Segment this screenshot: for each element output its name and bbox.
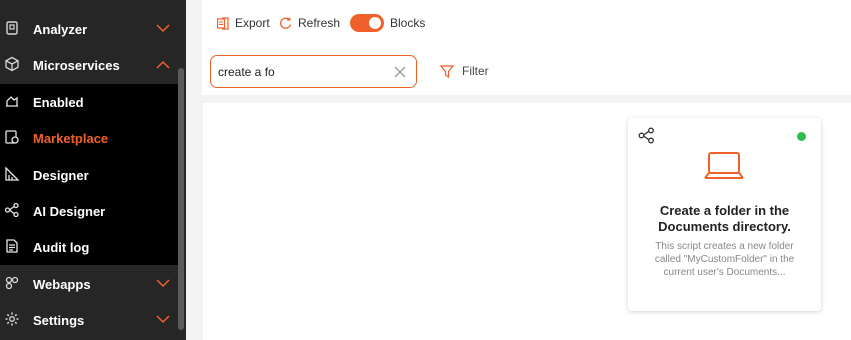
chevron-down-icon[interactable] — [156, 279, 170, 288]
designer-icon — [5, 166, 20, 181]
webapps-icon — [5, 276, 19, 290]
sidebar-item-analyzer[interactable]: Analyzer — [0, 11, 180, 47]
result-card[interactable]: Create a folder in the Documents directo… — [628, 118, 821, 311]
chevron-down-icon[interactable] — [156, 315, 170, 324]
gear-icon — [5, 312, 19, 326]
export-button[interactable]: Export — [217, 15, 270, 31]
search-box — [210, 55, 417, 88]
toggle-knob — [369, 17, 381, 29]
card-title: Create a folder in the Documents directo… — [658, 203, 791, 234]
blocks-label: Blocks — [390, 16, 426, 30]
refresh-button[interactable]: Refresh — [279, 15, 340, 31]
laptop-icon — [704, 152, 744, 179]
enabled-icon — [6, 96, 18, 107]
sidebar-item-designer[interactable]: Designer — [0, 157, 180, 193]
sidebar-item-label: Marketplace — [33, 131, 109, 146]
sidebar-item-label: Designer — [33, 168, 89, 183]
filter-label: Filter — [462, 64, 489, 78]
sidebar-item-settings[interactable]: Settings — [0, 302, 180, 338]
search-input[interactable] — [218, 62, 383, 82]
ai-designer-icon — [4, 202, 19, 218]
analyzer-icon — [6, 21, 18, 35]
filter-button[interactable]: Filter — [440, 64, 489, 78]
sidebar-item-label: Enabled — [33, 95, 84, 110]
sidebar-item-ai-designer[interactable]: AI Designer — [0, 193, 180, 229]
status-indicator — [797, 132, 806, 141]
refresh-label: Refresh — [298, 16, 341, 30]
sidebar-scrollbar[interactable] — [178, 68, 184, 330]
filter-icon — [440, 64, 454, 78]
workflow-icon — [638, 127, 654, 144]
sidebar-item-label: AI Designer — [33, 204, 106, 219]
cube-icon — [5, 56, 19, 72]
chevron-down-icon[interactable] — [156, 24, 170, 33]
microservices-submenu: Enabled Marketplace Designer AI Designer… — [0, 84, 180, 265]
card-description: This script creates a new folder called … — [654, 241, 795, 278]
sidebar-item-label: Analyzer — [33, 22, 88, 37]
sidebar-item-label: Webapps — [33, 277, 91, 292]
export-icon — [217, 16, 229, 30]
sidebar-item-label: Settings — [33, 313, 85, 328]
sidebar-item-microservices[interactable]: Microservices — [0, 47, 180, 83]
sidebar-item-enabled[interactable]: Enabled — [0, 84, 180, 120]
refresh-icon — [280, 17, 292, 29]
sidebar-item-webapps[interactable]: Webapps — [0, 266, 180, 302]
sidebar-item-audit-log[interactable]: Audit log — [0, 229, 180, 265]
audit-log-icon — [6, 239, 18, 253]
blocks-toggle[interactable] — [350, 14, 384, 32]
close-icon[interactable] — [394, 66, 406, 78]
sidebar-item-marketplace[interactable]: Marketplace — [0, 120, 180, 156]
sidebar-item-label: Microservices — [33, 58, 120, 73]
marketplace-icon — [5, 130, 19, 144]
export-label: Export — [235, 16, 270, 30]
sidebar-item-label: Audit log — [33, 240, 90, 255]
chevron-up-icon[interactable] — [156, 60, 170, 69]
sidebar: Analyzer Microservices Enabled Marketpla… — [0, 0, 186, 340]
